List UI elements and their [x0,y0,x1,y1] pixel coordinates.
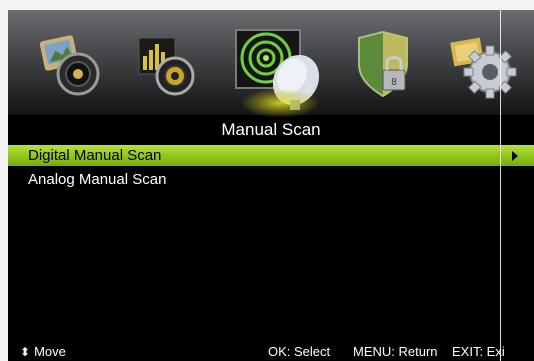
footer-move-hint: ⬍ Move [20,344,66,359]
menu-item-label: Digital Manual Scan [28,147,162,164]
vertical-overlay-line [500,10,501,361]
lock-icon[interactable]: 8 [353,30,415,100]
sound-icon[interactable] [133,32,199,98]
menu-item-digital-manual-scan[interactable]: Digital Manual Scan [8,145,534,166]
menu-item-analog-manual-scan[interactable]: Analog Manual Scan [8,169,534,190]
footer-hints: ⬍ Move OK: Select MENU: Return EXIT: Exi [8,342,534,361]
up-down-arrow-icon: ⬍ [20,345,31,359]
menu-title: Manual Scan [8,118,534,141]
picture-icon[interactable] [38,32,104,98]
menu-item-label: Analog Manual Scan [28,171,167,188]
footer-menu-hint: MENU: Return [353,344,438,359]
tv-osd-screen: 8 Manual Scan Digital Manual Scan Analog… [8,10,534,361]
footer-ok-hint: OK: Select [268,344,331,359]
chevron-right-icon [512,151,518,161]
setup-icon[interactable] [448,30,520,100]
svg-text:8: 8 [391,77,397,88]
menu-icon-bar: 8 [8,10,534,118]
active-highlight-glow [240,88,320,118]
footer-exit-hint: EXIT: Exi [452,344,505,359]
